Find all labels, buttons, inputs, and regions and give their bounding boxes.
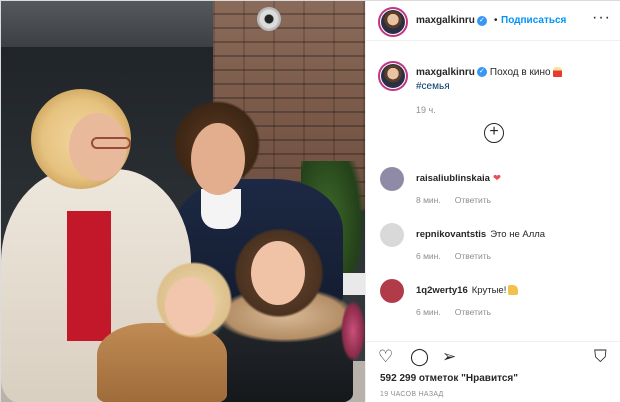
verified-badge-icon: ✓ [476, 15, 487, 26]
comment-text: raisaliublinskaia ❤ [416, 173, 501, 184]
hashtag-link[interactable]: #семья [416, 81, 450, 92]
comment-message: Это не Алла [490, 229, 546, 240]
photo-security-camera [257, 7, 281, 31]
comment-time[interactable]: 6 мин. [416, 307, 441, 317]
share-icon[interactable]: ➢ [442, 348, 456, 366]
comment-username[interactable]: 1q2werty16 [416, 285, 468, 296]
comment-username[interactable]: repnikovantstis [416, 229, 486, 240]
comment-username[interactable]: raisaliublinskaia [416, 173, 490, 184]
add-reply-icon[interactable]: + [484, 123, 504, 143]
caption-text: Поход в кино [489, 67, 551, 78]
caption-username[interactable]: maxgalkinru [416, 67, 475, 78]
follow-button[interactable]: Подписаться [501, 15, 566, 26]
post-side-panel: maxgalkinru ✓ • Подписаться ··· maxgalkin… [365, 1, 620, 402]
comment-time[interactable]: 8 мин. [416, 195, 441, 205]
avatar[interactable] [381, 64, 405, 88]
post-photo[interactable] [1, 1, 365, 402]
post-actions: ♡ ◯ ➢ ⛉ [366, 341, 620, 369]
comment-text: repnikovantstis Это не Алла [416, 229, 545, 240]
caption-line: maxgalkinru ✓ Поход в кино [416, 67, 562, 78]
avatar[interactable] [380, 223, 404, 247]
comment-item: raisaliublinskaia ❤ 8 мин. Ответить [366, 167, 620, 211]
comment-item: repnikovantstis Это не Алла 6 мин. Ответит… [366, 223, 620, 267]
post-timestamp[interactable]: 19 ЧАСОВ НАЗАД [380, 391, 444, 398]
reply-button[interactable]: Ответить [455, 251, 491, 261]
bookmark-icon[interactable]: ⛉ [594, 348, 607, 366]
reply-button[interactable]: Ответить [455, 195, 491, 205]
avatar[interactable] [380, 279, 404, 303]
post-header: maxgalkinru ✓ • Подписаться ··· [366, 1, 620, 41]
instagram-post: maxgalkinru ✓ • Подписаться ··· maxgalkin… [0, 0, 620, 402]
likes-count[interactable]: 592 299 отметок "Нравится" [380, 373, 518, 384]
reply-button[interactable]: Ответить [455, 307, 491, 317]
comment-meta: 6 мин. Ответить [416, 251, 491, 261]
comment-icon[interactable]: ◯ [410, 348, 429, 366]
red-heart-emoji-icon: ❤ [492, 173, 501, 184]
comment-message: Крутые! [471, 285, 507, 296]
header-username-block: maxgalkinru ✓ [416, 15, 487, 26]
separator-dot: • [494, 15, 498, 26]
avatar[interactable] [380, 167, 404, 191]
popcorn-emoji-icon [552, 67, 562, 78]
comment-time[interactable]: 6 мин. [416, 251, 441, 261]
photo-tinsel [341, 301, 365, 361]
comment-text: 1q2werty16 Крутые! [416, 285, 519, 296]
comment-meta: 8 мин. Ответить [416, 195, 491, 205]
comment-meta: 6 мин. Ответить [416, 307, 491, 317]
avatar[interactable] [381, 10, 405, 34]
comment-item: 1q2werty16 Крутые! 6 мин. Ответить [366, 279, 620, 323]
heart-icon[interactable]: ♡ [378, 348, 393, 366]
more-options-icon[interactable]: ··· [592, 9, 611, 27]
verified-badge-icon: ✓ [476, 67, 487, 78]
thumbs-up-emoji-icon [508, 285, 519, 296]
caption-timestamp[interactable]: 19 ч. [416, 105, 436, 115]
author-username[interactable]: maxgalkinru [416, 15, 475, 26]
